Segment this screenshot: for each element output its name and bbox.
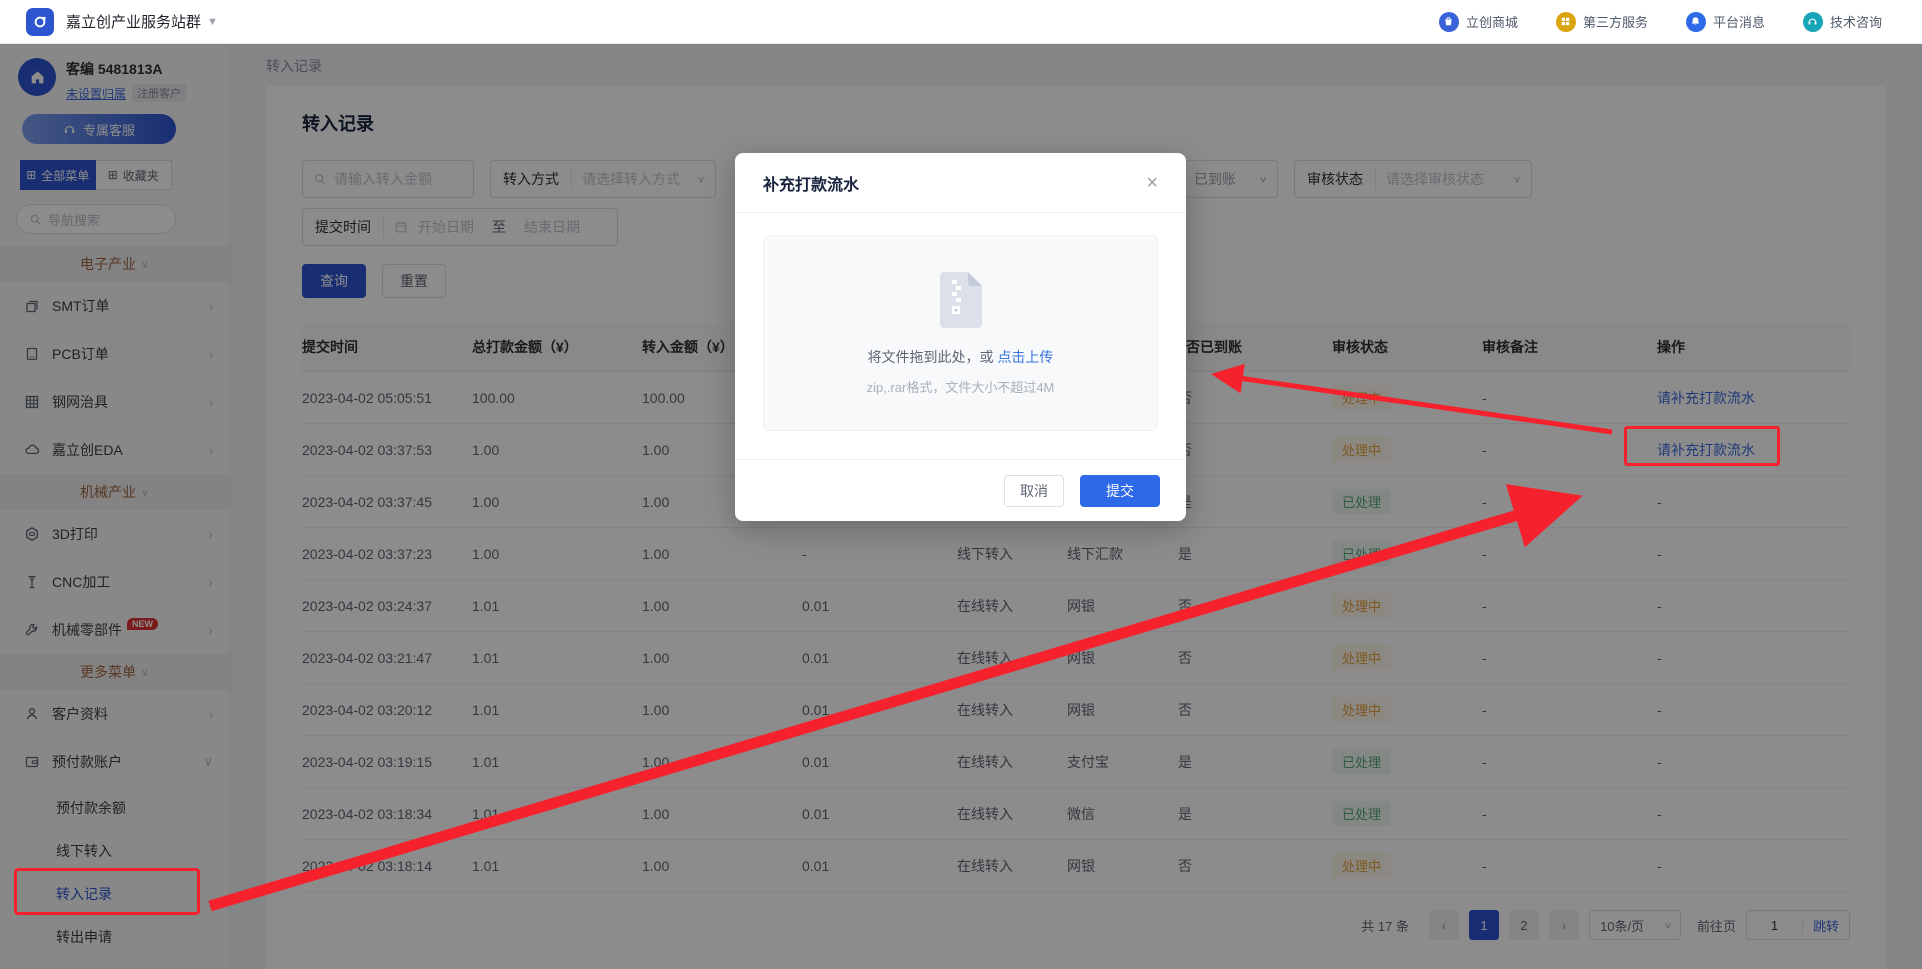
navbar-links: 立创商城 第三方服务 平台消息 技术咨询 (1439, 12, 1882, 32)
close-icon[interactable]: × (1146, 173, 1158, 193)
mall-icon (1439, 12, 1459, 32)
nav-link-label: 立创商城 (1466, 12, 1518, 31)
third-party-icon (1556, 12, 1576, 32)
nav-messages-link[interactable]: 平台消息 (1686, 12, 1765, 32)
nav-link-label: 平台消息 (1713, 12, 1765, 31)
supplement-payment-modal: 补充打款流水 × 将文件拖到此处，或 点击上传 zip,.rar格式，文件大小不… (735, 153, 1186, 521)
nav-support-link[interactable]: 技术咨询 (1803, 12, 1882, 32)
site-switch-caret-icon[interactable]: ▼ (207, 16, 218, 28)
modal-title: 补充打款流水 (763, 171, 859, 195)
file-dropzone[interactable]: 将文件拖到此处，或 点击上传 zip,.rar格式，文件大小不超过4M (763, 235, 1158, 431)
nav-mall-link[interactable]: 立创商城 (1439, 12, 1518, 32)
jlc-logo-icon (26, 8, 54, 36)
nav-link-label: 第三方服务 (1583, 12, 1648, 31)
site-title: 嘉立创产业服务站群 (66, 11, 201, 32)
submit-button[interactable]: 提交 (1080, 475, 1160, 507)
drop-text: 将文件拖到此处，或 (868, 349, 994, 365)
zip-file-icon (937, 271, 985, 329)
nav-link-label: 技术咨询 (1830, 12, 1882, 31)
modal-header: 补充打款流水 × (735, 153, 1186, 213)
click-upload-link[interactable]: 点击上传 (997, 349, 1053, 365)
headset-icon (1803, 12, 1823, 32)
nav-third-party-link[interactable]: 第三方服务 (1556, 12, 1648, 32)
bell-icon (1686, 12, 1706, 32)
cancel-button[interactable]: 取消 (1004, 475, 1064, 507)
file-format-hint: zip,.rar格式，文件大小不超过4M (867, 377, 1055, 396)
modal-footer: 取消 提交 (735, 459, 1186, 521)
top-navbar: 嘉立创产业服务站群 ▼ 立创商城 第三方服务 平台消息 技术咨询 (0, 0, 1922, 44)
drop-instruction: 将文件拖到此处，或 点击上传 (868, 347, 1054, 367)
